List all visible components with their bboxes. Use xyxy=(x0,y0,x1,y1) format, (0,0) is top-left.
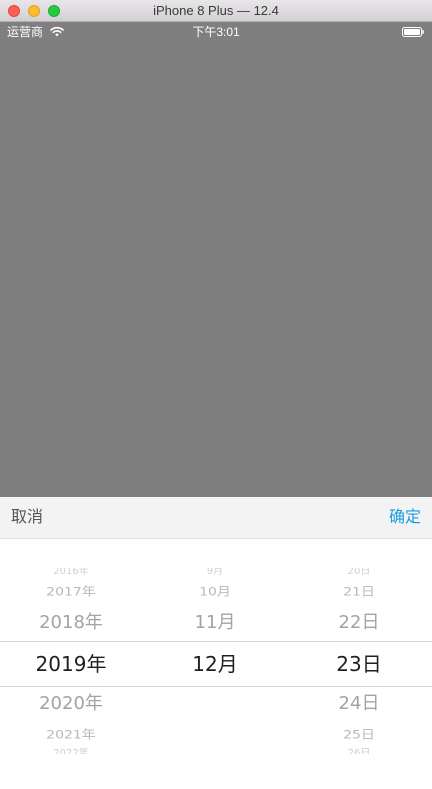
month-option[interactable]: 10月 xyxy=(160,584,270,599)
confirm-button[interactable]: 确定 xyxy=(389,508,421,528)
picker-toolbar: 取消 确定 xyxy=(0,497,432,539)
year-option-selected[interactable]: 2019年 xyxy=(15,651,127,677)
year-wheel[interactable]: 2016年 2017年 2018年 2019年 2020年 2021年 2022… xyxy=(15,539,127,789)
day-wheel[interactable]: 20日 21日 22日 23日 24日 25日 26日 xyxy=(303,539,415,789)
year-option[interactable]: 2020年 xyxy=(15,692,127,716)
dimmed-overlay[interactable]: 运营商 下午3:01 xyxy=(0,22,432,497)
status-bar: 运营商 下午3:01 xyxy=(0,22,432,42)
day-option-selected[interactable]: 23日 xyxy=(303,651,415,677)
day-option[interactable]: 24日 xyxy=(303,692,415,716)
month-option[interactable]: 9月 xyxy=(160,568,270,576)
month-option[interactable]: 11月 xyxy=(160,611,270,635)
battery-icon xyxy=(402,27,424,37)
simulator-screen: 运营商 下午3:01 取消 确定 2016年 2017年 2018年 2019年… xyxy=(0,22,432,789)
day-option[interactable]: 26日 xyxy=(303,748,415,754)
year-option[interactable]: 2022年 xyxy=(15,748,127,754)
cancel-button[interactable]: 取消 xyxy=(11,508,43,528)
status-time: 下午3:01 xyxy=(192,25,240,39)
year-option[interactable]: 2018年 xyxy=(15,611,127,635)
month-wheel[interactable]: 9月 10月 11月 12月 xyxy=(160,539,270,789)
day-option[interactable]: 22日 xyxy=(303,611,415,635)
date-picker: 2016年 2017年 2018年 2019年 2020年 2021年 2022… xyxy=(0,539,432,789)
day-option[interactable]: 25日 xyxy=(303,727,415,742)
day-option[interactable]: 20日 xyxy=(303,568,415,576)
year-option[interactable]: 2017年 xyxy=(15,584,127,599)
window-title: iPhone 8 Plus — 12.4 xyxy=(153,3,279,18)
window-title-bar: iPhone 8 Plus — 12.4 xyxy=(0,0,432,22)
year-option[interactable]: 2021年 xyxy=(15,727,127,742)
month-option-selected[interactable]: 12月 xyxy=(160,651,270,677)
day-option[interactable]: 21日 xyxy=(303,584,415,599)
year-option[interactable]: 2016年 xyxy=(15,568,127,576)
